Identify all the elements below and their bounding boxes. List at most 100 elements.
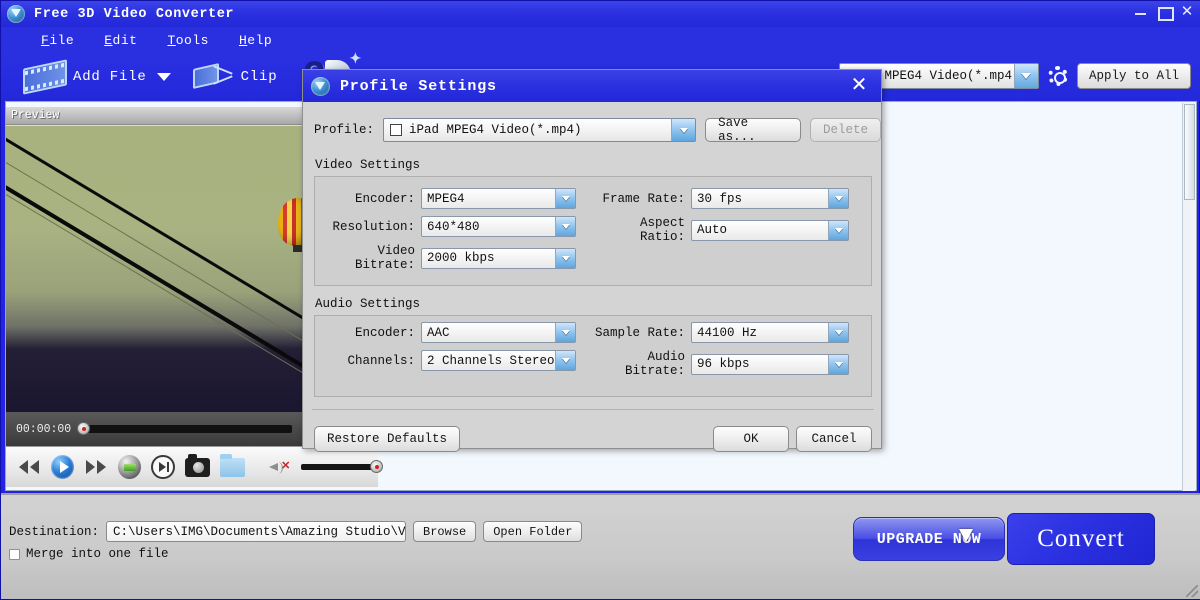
resize-grip[interactable] bbox=[1186, 585, 1198, 597]
app-logo-icon bbox=[7, 5, 25, 23]
seek-slider[interactable] bbox=[79, 425, 292, 433]
chevron-down-icon[interactable] bbox=[555, 217, 575, 236]
scissors-icon bbox=[193, 63, 235, 91]
rewind-button[interactable] bbox=[17, 455, 41, 479]
preview-video[interactable] bbox=[6, 126, 304, 412]
preview-title: Preview bbox=[11, 109, 59, 122]
video-aspect-label: Aspect Ratio: bbox=[593, 216, 685, 244]
cancel-button[interactable]: Cancel bbox=[796, 426, 872, 452]
chevron-down-icon[interactable] bbox=[555, 351, 575, 370]
mouse-cursor bbox=[959, 529, 973, 542]
chevron-down-icon[interactable] bbox=[555, 249, 575, 268]
audio-bitrate-field: Audio Bitrate: 96 kbps bbox=[593, 350, 849, 378]
destination-label: Destination: bbox=[9, 525, 99, 539]
gear-icon[interactable] bbox=[1048, 66, 1068, 86]
video-encoder-field: Encoder: MPEG4 bbox=[323, 188, 576, 209]
audio-channels-select[interactable]: 2 Channels Stereo bbox=[421, 350, 576, 371]
chevron-down-icon[interactable] bbox=[828, 323, 848, 342]
audio-samplerate-label: Sample Rate: bbox=[593, 326, 685, 340]
preview-panel: Preview 00:00:00 bbox=[6, 107, 304, 487]
audio-channels-label: Channels: bbox=[323, 354, 415, 368]
hot-air-balloon bbox=[278, 198, 304, 246]
audio-bitrate-select[interactable]: 96 kbps bbox=[691, 354, 849, 375]
video-encoder-value: MPEG4 bbox=[422, 192, 555, 206]
chevron-down-icon[interactable] bbox=[828, 189, 848, 208]
volume-handle[interactable] bbox=[370, 460, 383, 473]
audio-encoder-label: Encoder: bbox=[323, 326, 415, 340]
merge-row[interactable]: Merge into one file bbox=[9, 547, 169, 561]
save-as-button[interactable]: Save as... bbox=[705, 118, 801, 142]
audio-samplerate-value: 44100 Hz bbox=[692, 326, 828, 340]
apply-to-all-button[interactable]: Apply to All bbox=[1077, 63, 1191, 89]
ok-button[interactable]: OK bbox=[713, 426, 789, 452]
video-resolution-select[interactable]: 640*480 bbox=[421, 216, 576, 237]
video-framerate-select[interactable]: 30 fps bbox=[691, 188, 849, 209]
upgrade-now-button[interactable]: UPGRADE NOW bbox=[853, 517, 1005, 561]
video-encoder-select[interactable]: MPEG4 bbox=[421, 188, 576, 209]
application-window: Free 3D Video Converter ✕ File Edit Tool… bbox=[0, 0, 1200, 600]
fast-forward-button[interactable] bbox=[84, 455, 108, 479]
scrollbar-thumb[interactable] bbox=[1184, 104, 1195, 200]
video-resolution-value: 640*480 bbox=[422, 220, 555, 234]
convert-button[interactable]: Convert bbox=[1007, 513, 1155, 565]
seek-handle[interactable] bbox=[77, 422, 90, 435]
video-encoder-label: Encoder: bbox=[323, 192, 415, 206]
vertical-scrollbar[interactable] bbox=[1182, 103, 1195, 491]
destination-input[interactable]: C:\Users\IMG\Documents\Amazing Studio\Vi… bbox=[106, 521, 406, 542]
chevron-down-icon[interactable] bbox=[671, 119, 695, 141]
restore-defaults-button[interactable]: Restore Defaults bbox=[314, 426, 460, 452]
stop-button[interactable] bbox=[118, 455, 141, 479]
mute-speaker-icon[interactable]: )✕ bbox=[269, 458, 288, 476]
dialog-close-icon[interactable]: ✕ bbox=[849, 75, 869, 95]
add-file-button[interactable]: Add File bbox=[23, 64, 171, 90]
menu-item-edit[interactable]: Edit bbox=[104, 33, 137, 48]
audio-samplerate-select[interactable]: 44100 Hz bbox=[691, 322, 849, 343]
video-bitrate-label: Video Bitrate: bbox=[323, 244, 415, 272]
chevron-down-icon[interactable] bbox=[1014, 64, 1038, 88]
video-framerate-value: 30 fps bbox=[692, 192, 828, 206]
clip-button[interactable]: Clip bbox=[193, 63, 278, 91]
video-aspect-field: Aspect Ratio: Auto bbox=[593, 216, 849, 244]
profile-settings-dialog: Profile Settings ✕ Profile: iPad MPEG4 V… bbox=[302, 69, 882, 449]
profile-select[interactable]: iPad MPEG4 Video(*.mp4) bbox=[383, 118, 696, 142]
menu-item-tools[interactable]: Tools bbox=[167, 33, 209, 48]
snapshot-camera-icon[interactable] bbox=[185, 458, 210, 477]
video-bitrate-select[interactable]: 2000 kbps bbox=[421, 248, 576, 269]
add-file-label: Add File bbox=[73, 69, 147, 85]
chevron-down-icon[interactable] bbox=[555, 323, 575, 342]
open-folder-button[interactable]: Open Folder bbox=[483, 521, 582, 542]
audio-encoder-select[interactable]: AAC bbox=[421, 322, 576, 343]
dialog-logo-icon bbox=[311, 77, 330, 96]
audio-settings-title: Audio Settings bbox=[315, 297, 420, 311]
merge-checkbox[interactable] bbox=[9, 549, 20, 560]
video-bitrate-value: 2000 kbps bbox=[422, 251, 555, 265]
profile-checkbox-icon bbox=[390, 124, 402, 136]
maximize-icon[interactable] bbox=[1157, 5, 1171, 19]
audio-channels-field: Channels: 2 Channels Stereo bbox=[323, 350, 576, 371]
chevron-down-icon[interactable] bbox=[828, 221, 848, 240]
window-title: Free 3D Video Converter bbox=[34, 7, 234, 22]
open-folder-icon[interactable] bbox=[220, 458, 245, 477]
volume-slider[interactable] bbox=[301, 464, 378, 470]
browse-button[interactable]: Browse bbox=[413, 521, 476, 542]
step-forward-button[interactable] bbox=[151, 455, 174, 479]
minimize-icon[interactable] bbox=[1134, 5, 1148, 19]
toolbar-right-group: iPad MPEG4 Video(*.mp4) Apply to All bbox=[839, 63, 1191, 89]
menu-item-help[interactable]: Help bbox=[239, 33, 272, 48]
video-bitrate-field: Video Bitrate: 2000 kbps bbox=[323, 244, 576, 272]
dialog-title: Profile Settings bbox=[340, 78, 497, 95]
menu-item-file[interactable]: File bbox=[41, 33, 74, 48]
sparkle-icon: ✦ bbox=[349, 50, 361, 67]
audio-encoder-value: AAC bbox=[422, 326, 555, 340]
title-bar: Free 3D Video Converter ✕ bbox=[1, 1, 1200, 27]
audio-samplerate-field: Sample Rate: 44100 Hz bbox=[593, 322, 849, 343]
chevron-down-icon[interactable] bbox=[157, 73, 171, 81]
play-button[interactable] bbox=[51, 455, 74, 479]
chevron-down-icon[interactable] bbox=[828, 355, 848, 374]
preview-seek-bar: 00:00:00 bbox=[6, 412, 304, 446]
chevron-down-icon[interactable] bbox=[555, 189, 575, 208]
close-icon[interactable]: ✕ bbox=[1180, 5, 1194, 19]
video-aspect-select[interactable]: Auto bbox=[691, 220, 849, 241]
video-resolution-field: Resolution: 640*480 bbox=[323, 216, 576, 237]
profile-label: Profile: bbox=[314, 123, 374, 137]
